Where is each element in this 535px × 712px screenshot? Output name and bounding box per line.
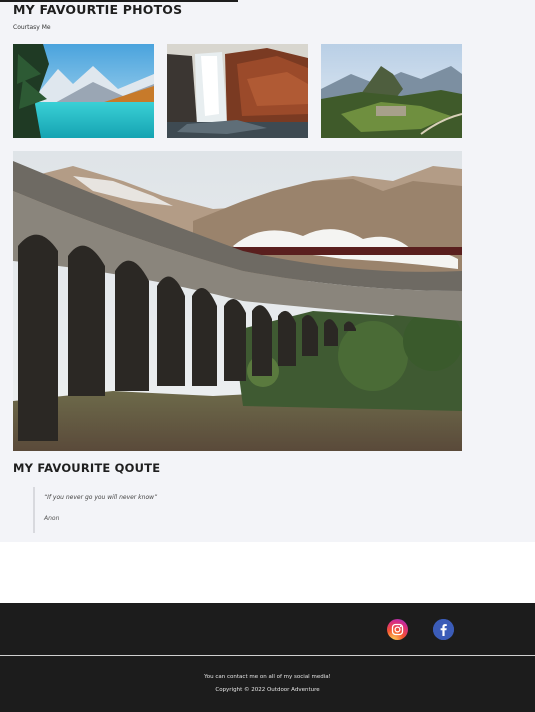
gallery-credit: Courtasy Me (13, 24, 51, 31)
viaduct-steam-train-photo (13, 151, 462, 451)
machu-picchu-photo (321, 44, 462, 138)
mountain-lake-photo (13, 44, 154, 138)
contact-text: You can contact me on all of my social m… (204, 674, 331, 680)
quote-text: “If you never go you will never know” (44, 494, 158, 501)
footer (0, 656, 535, 712)
footer-social-bar (0, 603, 535, 655)
gallery-title: MY FAVOURTIE PHOTOS (13, 2, 183, 17)
instagram-icon[interactable] (387, 619, 408, 640)
waterfall-photo (167, 44, 308, 138)
favourite-quote: “If you never go you will never know” An… (33, 487, 283, 533)
quote-title: MY FAVOURITE QOUTE (13, 461, 161, 475)
facebook-icon[interactable] (433, 619, 454, 640)
copyright-text: Copyright © 2022 Outdoor Adventure (215, 687, 320, 693)
quote-author: Anon (44, 515, 60, 522)
